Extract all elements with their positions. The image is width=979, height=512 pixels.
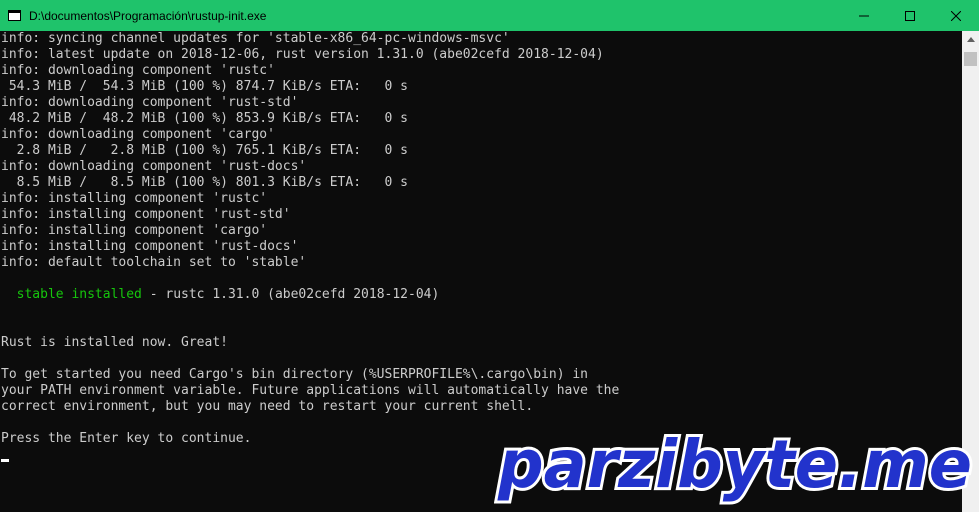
- toolchain-version: - rustc 1.31.0 (abe02cefd 2018-12-04): [141, 287, 440, 302]
- minimize-button[interactable]: [841, 0, 887, 31]
- install-summary-line: stable installed - rustc 1.31.0 (abe02ce…: [1, 287, 440, 303]
- console-line: info: downloading component 'rustc': [1, 63, 275, 78]
- console-line: 2.8 MiB / 2.8 MiB (100 %) 765.1 KiB/s ET…: [1, 143, 408, 158]
- maximize-icon: [905, 10, 915, 21]
- minimize-icon: [859, 15, 869, 16]
- close-button[interactable]: [933, 0, 979, 31]
- window-title: D:\documentos\Programación\rustup-init.e…: [29, 8, 267, 23]
- console-line: Press the Enter key to continue.: [1, 431, 252, 446]
- console-line: 48.2 MiB / 48.2 MiB (100 %) 853.9 KiB/s …: [1, 111, 408, 126]
- console-line: info: installing component 'rust-docs': [1, 239, 299, 254]
- text-cursor: [1, 459, 9, 462]
- console-line: info: installing component 'cargo': [1, 223, 268, 238]
- title-bar[interactable]: D:\documentos\Programación\rustup-init.e…: [0, 0, 979, 31]
- console-line: info: installing component 'rust-std': [1, 207, 291, 222]
- console-line: info: downloading component 'rust-std': [1, 95, 299, 110]
- arrow-up-icon: [966, 37, 975, 42]
- console-line: info: downloading component 'cargo': [1, 127, 275, 142]
- toolchain-status: stable installed: [16, 287, 142, 302]
- console-line: info: latest update on 2018-12-06, rust …: [1, 47, 604, 62]
- scroll-thumb[interactable]: [964, 52, 977, 66]
- console-line: info: installing component 'rustc': [1, 191, 268, 206]
- console-line: info: downloading component 'rust-docs': [1, 159, 307, 174]
- parzibyte-watermark: parzibyte.me: [494, 423, 975, 506]
- watermark-text: parzibyte.me: [497, 426, 972, 503]
- console-app-icon: [8, 10, 21, 21]
- console-line: To get started you need Cargo's bin dire…: [1, 367, 588, 382]
- console-line: Rust is installed now. Great!: [1, 335, 228, 350]
- console-line: correct environment, but you may need to…: [1, 399, 534, 414]
- console-line: info: default toolchain set to 'stable': [1, 255, 307, 270]
- console-line: your PATH environment variable. Future a…: [1, 383, 620, 398]
- maximize-button[interactable]: [887, 0, 933, 31]
- console-line: info: syncing channel updates for 'stabl…: [1, 31, 510, 46]
- console-line: 8.5 MiB / 8.5 MiB (100 %) 801.3 KiB/s ET…: [1, 175, 408, 190]
- window-controls: [841, 0, 979, 31]
- scroll-up-button[interactable]: [962, 31, 979, 48]
- console-line: 54.3 MiB / 54.3 MiB (100 %) 874.7 KiB/s …: [1, 79, 408, 94]
- close-icon: [951, 10, 961, 21]
